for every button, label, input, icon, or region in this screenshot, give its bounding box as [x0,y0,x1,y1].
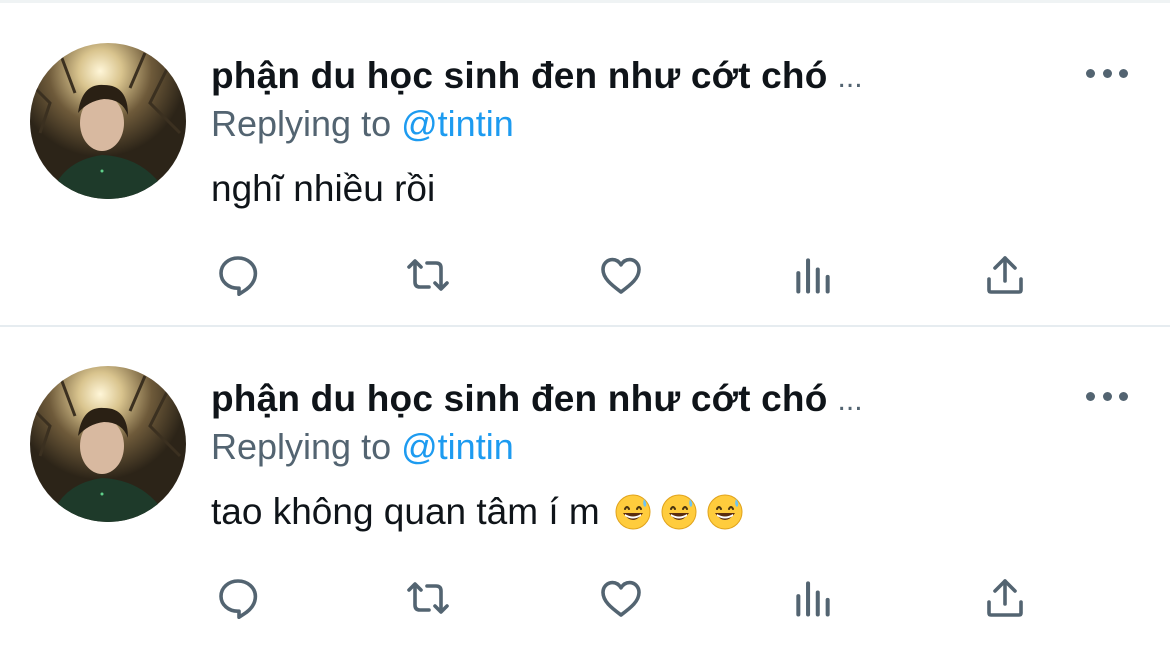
reply-handle-link[interactable]: @tintin [401,426,514,467]
share-button[interactable] [980,247,1030,303]
like-icon [601,580,641,617]
tweet[interactable]: phận du học sinh đen như cớt chó ... Rep… [0,326,1170,648]
author-name[interactable]: phận du học sinh đen như cớt chó [211,55,828,97]
name-truncation: ... [837,61,863,94]
author-name[interactable]: phận du học sinh đen như cớt chó [211,378,828,420]
views-icon [796,258,830,294]
like-button[interactable] [596,570,646,626]
retweet-button[interactable] [403,247,453,303]
grinning-face-with-sweat-icon [660,493,698,531]
grinning-face-with-sweat-icon [614,493,652,531]
retweet-icon [407,259,449,291]
retweet-icon [407,582,449,614]
action-bar [0,570,1170,630]
author-row[interactable]: phận du học sinh đen như cớt chó ... [211,374,863,424]
like-icon [601,257,641,294]
grinning-face-with-sweat-icon [706,493,744,531]
avatar[interactable] [30,43,186,199]
tweet[interactable]: phận du học sinh đen như cớt chó ... Rep… [0,3,1170,327]
reply-handle-link[interactable]: @tintin [401,103,514,144]
tweet-text-content: nghĩ nhiều rồi [211,168,436,209]
reply-icon [219,256,258,296]
views-icon [796,581,830,617]
like-button[interactable] [596,247,646,303]
share-button[interactable] [980,570,1030,626]
name-truncation: ... [837,384,863,417]
more-options-icon[interactable] [1086,63,1128,83]
reply-icon [219,579,258,619]
author-row[interactable]: phận du học sinh đen như cớt chó ... [211,51,863,101]
retweet-button[interactable] [403,570,453,626]
action-bar [0,247,1170,307]
reply-prefix: Replying to [211,426,392,467]
views-button[interactable] [788,570,838,626]
replying-to: Replying to @tintin [211,103,514,145]
share-icon [987,256,1023,294]
avatar[interactable] [30,366,186,522]
tweet-text: tao không quan tâm í m [211,491,744,533]
reply-button[interactable] [213,570,263,626]
share-icon [987,579,1023,617]
reply-button[interactable] [213,247,263,303]
replying-to: Replying to @tintin [211,426,514,468]
tweet-text-content: tao không quan tâm í m [211,491,600,532]
tweet-text: nghĩ nhiều rồi [211,168,435,210]
reply-prefix: Replying to [211,103,392,144]
more-options-icon[interactable] [1086,386,1128,406]
views-button[interactable] [788,247,838,303]
